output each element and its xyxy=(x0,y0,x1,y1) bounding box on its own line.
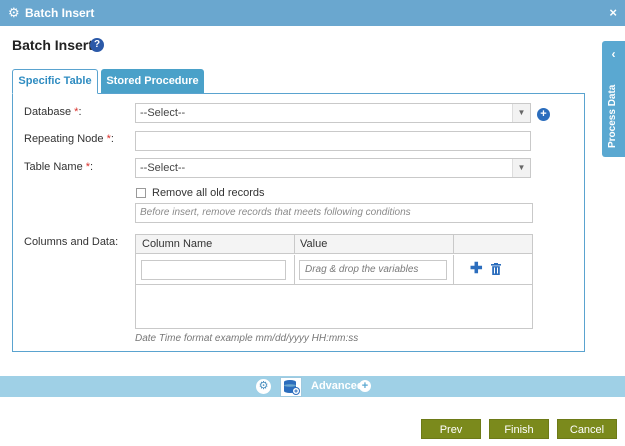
gear-icon: ⚙ xyxy=(8,5,20,20)
divider xyxy=(453,235,454,254)
add-row-icon[interactable]: ✚ xyxy=(470,261,483,277)
conditions-field[interactable]: Before insert, remove records that meets… xyxy=(135,203,533,223)
advanced-bar: ⚙ Advanced + xyxy=(0,376,625,397)
database-select-value: --Select-- xyxy=(140,107,186,119)
trash-icon[interactable] xyxy=(491,263,501,275)
help-icon[interactable]: ? xyxy=(90,38,104,52)
table-name-label: Table Name *: xyxy=(24,161,94,173)
process-data-label: Process Data xyxy=(607,84,618,148)
divider xyxy=(294,235,295,254)
repeating-node-label: Repeating Node *: xyxy=(24,133,114,145)
chevron-down-icon: ▼ xyxy=(512,104,530,122)
finish-button[interactable]: Finish xyxy=(489,419,549,439)
database-select[interactable]: --Select-- ▼ xyxy=(135,103,531,123)
table-name-select-value: --Select-- xyxy=(140,162,186,174)
tab-specific-table[interactable]: Specific Table xyxy=(12,69,98,94)
remove-all-checkbox[interactable] xyxy=(136,188,146,198)
divider xyxy=(453,255,454,285)
repeating-node-field[interactable] xyxy=(135,131,531,151)
advanced-label[interactable]: Advanced xyxy=(311,380,364,392)
database-icon[interactable] xyxy=(280,377,302,397)
advanced-expand-icon[interactable]: + xyxy=(359,380,371,392)
column-name-input[interactable] xyxy=(141,260,286,280)
tab-stored-procedure[interactable]: Stored Procedure xyxy=(101,69,204,94)
divider xyxy=(294,255,295,285)
prev-button[interactable]: Prev xyxy=(421,419,481,439)
chevron-left-icon: ‹ xyxy=(611,47,616,61)
globe-icon[interactable]: ⚙ xyxy=(256,379,271,394)
chevron-down-icon: ▼ xyxy=(512,159,530,177)
add-database-icon[interactable]: + xyxy=(537,108,550,121)
value-header: Value xyxy=(300,238,328,250)
grid-header: Column Name Value xyxy=(136,235,532,254)
cancel-button[interactable]: Cancel xyxy=(557,419,617,439)
table-row: Drag & drop the variables ✚ xyxy=(136,255,532,285)
window-title: Batch Insert xyxy=(25,6,95,20)
columns-data-label: Columns and Data: xyxy=(24,236,119,248)
process-data-tab[interactable]: ‹ Process Data xyxy=(602,41,625,157)
title-bar: ⚙ Batch Insert × xyxy=(0,0,625,26)
column-name-header: Column Name xyxy=(142,238,213,250)
columns-grid: Column Name Value Drag & drop the variab… xyxy=(135,234,533,329)
page-title: Batch Insert xyxy=(12,37,93,53)
value-input[interactable]: Drag & drop the variables xyxy=(299,260,447,280)
database-label: Database *: xyxy=(24,106,82,118)
date-format-note: Date Time format example mm/dd/yyyy HH:m… xyxy=(135,333,359,344)
close-icon[interactable]: × xyxy=(609,5,617,21)
remove-all-label: Remove all old records xyxy=(152,187,265,199)
table-name-select[interactable]: --Select-- ▼ xyxy=(135,158,531,178)
database-icon-graphic xyxy=(284,380,300,395)
